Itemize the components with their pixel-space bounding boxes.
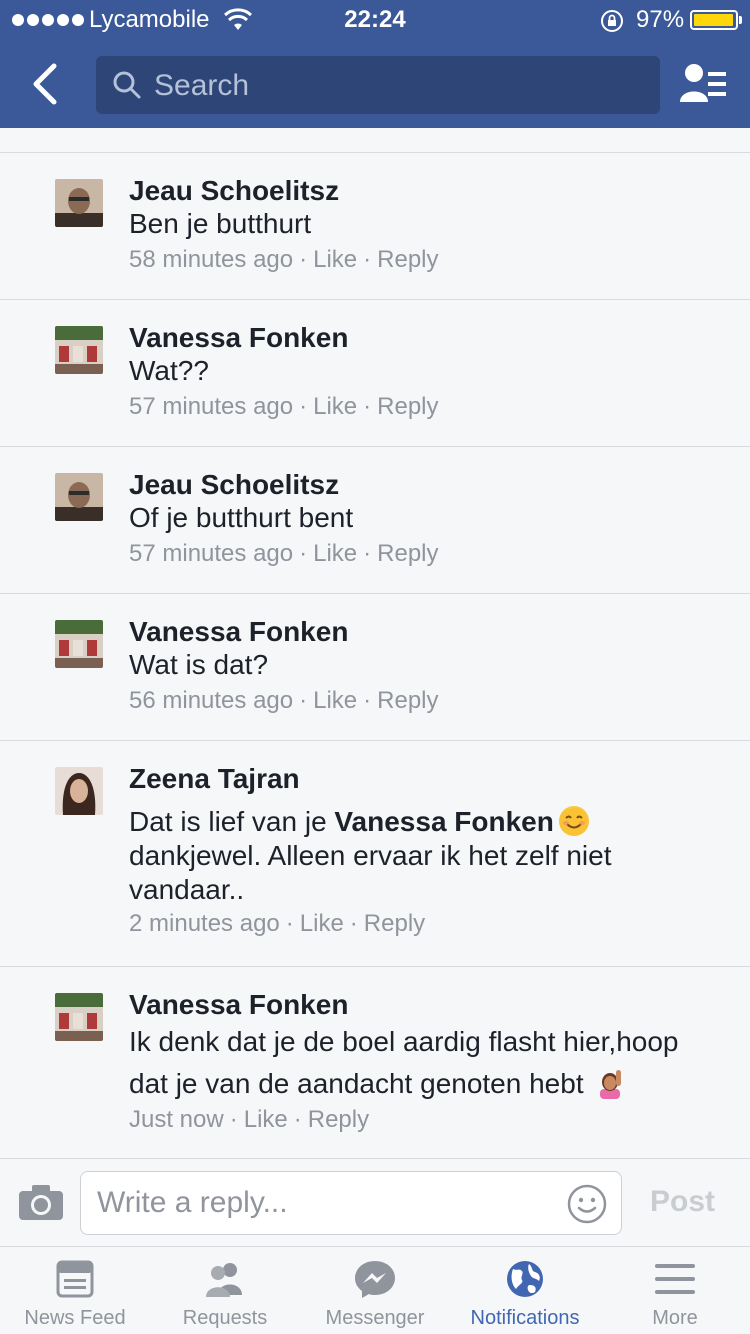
comment-text: Wat?? [129, 355, 209, 386]
tab-requests[interactable]: Requests [150, 1247, 300, 1334]
rotation-lock-icon [601, 10, 623, 32]
comment-time: 2 minutes ago [129, 910, 280, 937]
comment-meta: Just now · Like · Reply [129, 1106, 370, 1133]
raising-hand-emoji [599, 1070, 621, 1099]
comment-text: Ik denk dat je de boel aardig flasht hie… [129, 1021, 720, 1105]
comment-thread: Jeau Schoelitsz Ben je butthurt 58 minut… [0, 152, 750, 1159]
avatar[interactable] [55, 473, 103, 521]
reply-link[interactable]: Reply [377, 540, 438, 567]
like-link[interactable]: Like [313, 393, 357, 420]
comment-time: 58 minutes ago [129, 246, 294, 273]
comment-author[interactable]: Jeau Schoelitsz [129, 469, 720, 501]
tab-more[interactable]: More [600, 1247, 750, 1334]
reply-link[interactable]: Reply [308, 1106, 369, 1133]
comment-text: Of je butthurt bent [129, 502, 354, 533]
reply-input[interactable]: Write a reply... [80, 1171, 622, 1235]
requests-icon [206, 1263, 242, 1297]
comment-meta: 57 minutes ago · Like · Reply [129, 393, 439, 420]
menu-icon [655, 1264, 695, 1294]
reply-link[interactable]: Reply [377, 393, 438, 420]
comment-author[interactable]: Vanessa Fonken [129, 616, 720, 648]
comment-author[interactable]: Zeena Tajran [129, 763, 720, 795]
comment-item: Vanessa Fonken Wat is dat? 56 minutes ag… [0, 594, 750, 741]
avatar[interactable] [55, 620, 103, 668]
comment-text: Wat is dat? [129, 649, 269, 680]
tab-label: News Feed [24, 1307, 126, 1329]
avatar[interactable] [55, 767, 103, 815]
status-bar: Lycamobile 22:24 97% [0, 0, 750, 40]
back-chevron-icon[interactable] [28, 62, 68, 106]
battery-percentage: 97% [636, 6, 685, 33]
news-feed-icon [56, 1260, 94, 1298]
comment-meta: 57 minutes ago · Like · Reply [129, 540, 439, 567]
comment-text-prefix: Dat is lief van je [129, 806, 327, 837]
comment-item: Jeau Schoelitsz Of je butthurt bent 57 m… [0, 447, 750, 594]
avatar[interactable] [55, 326, 103, 374]
reply-link[interactable]: Reply [377, 246, 438, 273]
search-placeholder: Search [154, 69, 250, 102]
search-icon [113, 71, 141, 99]
avatar[interactable] [55, 993, 103, 1041]
tab-label: More [652, 1307, 698, 1329]
tab-notifications[interactable]: Notifications [450, 1247, 600, 1334]
comment-item: Jeau Schoelitsz Ben je butthurt 58 minut… [0, 153, 750, 300]
avatar[interactable] [55, 179, 103, 227]
like-link[interactable]: Like [244, 1106, 288, 1133]
comment-time: 56 minutes ago [129, 687, 294, 714]
like-link[interactable]: Like [313, 540, 357, 567]
tab-label: Requests [182, 1307, 268, 1329]
reply-link[interactable]: Reply [377, 687, 438, 714]
reply-composer: Write a reply... Post [0, 1158, 750, 1246]
like-link[interactable]: Like [313, 246, 357, 273]
comment-author[interactable]: Vanessa Fonken [129, 322, 720, 354]
tab-messenger[interactable]: Messenger [300, 1247, 450, 1334]
comment-time: 57 minutes ago [129, 393, 294, 420]
comment-text: Dat is lief van je Vanessa Fonken dankjew… [129, 805, 720, 907]
post-button[interactable]: Post [650, 1185, 715, 1219]
comment-text: Ben je butthurt [129, 208, 312, 239]
like-link[interactable]: Like [300, 910, 344, 937]
tab-bar: News Feed Requests Messenger Notificatio… [0, 1246, 750, 1334]
reply-link[interactable]: Reply [364, 910, 425, 937]
comment-time: 57 minutes ago [129, 540, 294, 567]
comment-item: Zeena Tajran Dat is lief van je Vanessa … [0, 741, 750, 967]
tab-label: Notifications [470, 1307, 580, 1329]
comment-author[interactable]: Vanessa Fonken [129, 989, 720, 1021]
camera-icon[interactable] [18, 1183, 64, 1221]
mention-link[interactable]: Vanessa Fonken [334, 806, 553, 837]
comment-author[interactable]: Jeau Schoelitsz [129, 175, 720, 207]
comment-item: Vanessa Fonken Wat?? 57 minutes ago · Like… [0, 300, 750, 447]
messenger-icon [355, 1261, 395, 1298]
like-link[interactable]: Like [313, 687, 357, 714]
smiling-face-emoji [558, 806, 589, 836]
sticker-smiley-icon[interactable] [567, 1184, 607, 1224]
search-input[interactable]: Search [96, 56, 660, 114]
comment-meta: 56 minutes ago · Like · Reply [129, 687, 439, 714]
friend-list-icon[interactable] [678, 62, 728, 106]
tab-label: Messenger [325, 1307, 425, 1329]
reply-placeholder: Write a reply... [97, 1186, 288, 1219]
comment-item: Vanessa Fonken Ik denk dat je de boel aa… [0, 967, 750, 1159]
comment-text-suffix: dankjewel. Alleen ervaar ik het zelf nie… [129, 840, 612, 905]
globe-icon [507, 1261, 543, 1297]
comment-meta: 58 minutes ago · Like · Reply [129, 246, 439, 273]
battery-icon [690, 10, 742, 30]
tab-news-feed[interactable]: News Feed [0, 1247, 150, 1334]
comment-meta: 2 minutes ago · Like · Reply [129, 910, 426, 937]
top-bar: Lycamobile 22:24 97% Search [0, 0, 750, 128]
comment-time: Just now [129, 1106, 224, 1133]
